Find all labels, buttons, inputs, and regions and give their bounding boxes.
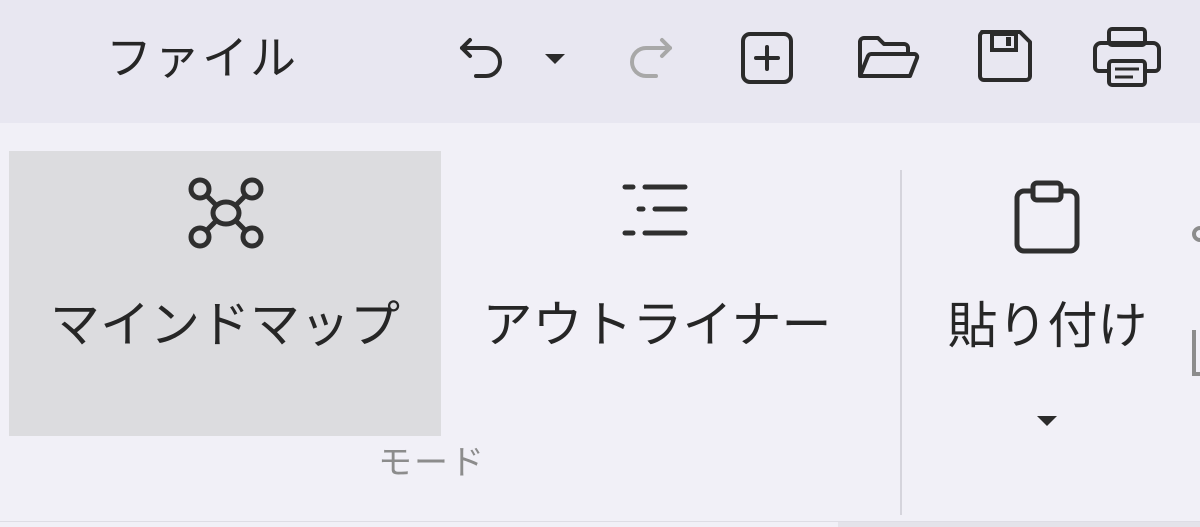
mode-group-label: モード	[378, 443, 486, 483]
new-icon[interactable]	[735, 28, 799, 88]
outliner-mode-button[interactable]: アウトライナー	[441, 151, 873, 436]
redo-icon[interactable]	[618, 28, 682, 88]
mind-map-icon	[185, 175, 267, 251]
undo-dropdown-icon[interactable]	[540, 44, 570, 74]
content-edge	[838, 522, 1200, 527]
undo-icon[interactable]	[450, 28, 514, 88]
print-icon[interactable]	[1088, 25, 1166, 89]
outliner-label: アウトライナー	[482, 296, 832, 354]
mind-map-label: マインドマップ	[50, 296, 400, 354]
open-folder-icon[interactable]	[853, 28, 923, 88]
clipboard-icon	[1007, 179, 1087, 255]
title-bar: ファイル	[0, 0, 1200, 123]
save-icon[interactable]	[972, 25, 1038, 87]
clipped-next-group	[1188, 190, 1200, 390]
paste-label: 貼り付け	[947, 297, 1148, 355]
paste-button[interactable]: 貼り付け	[925, 151, 1170, 461]
file-menu[interactable]: ファイル	[106, 28, 298, 88]
group-divider	[900, 170, 902, 515]
mind-map-mode-button[interactable]: マインドマップ	[9, 151, 441, 436]
paste-dropdown-icon[interactable]	[1035, 413, 1061, 429]
outliner-icon	[619, 181, 691, 243]
